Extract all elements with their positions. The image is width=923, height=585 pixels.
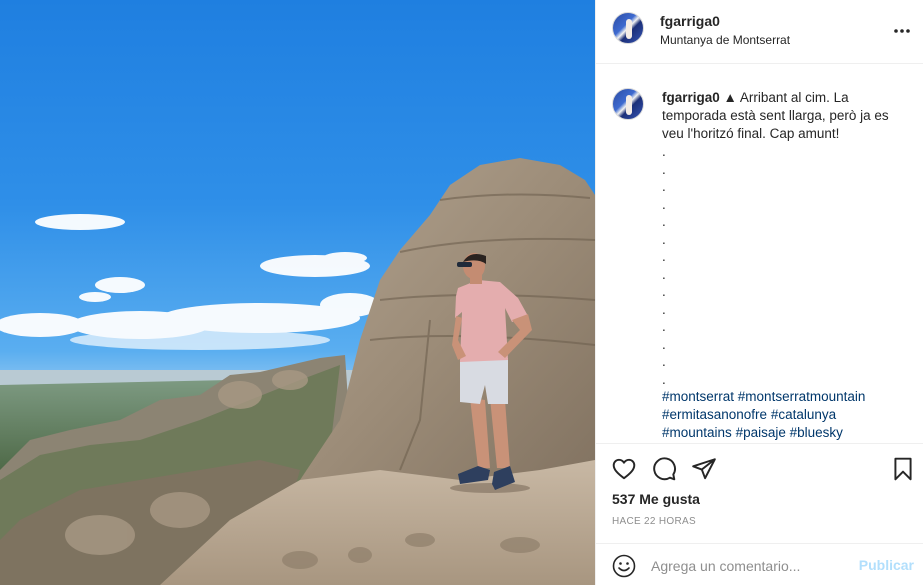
caption-dot: . [662, 266, 666, 282]
comment-bar: Publicar [596, 543, 923, 585]
hashtag-link[interactable]: #paisaje [736, 425, 786, 440]
publish-button[interactable]: Publicar [859, 557, 914, 573]
caption-avatar[interactable] [612, 88, 644, 120]
hashtag-link[interactable]: #mountains [662, 425, 732, 440]
caption-dot: . [662, 161, 666, 177]
comment-input[interactable] [651, 555, 851, 577]
post-photo[interactable] [0, 0, 595, 585]
post-actions: 537 Me gusta HACE 22 HORAS Publicar [596, 443, 923, 585]
caption-username[interactable]: fgarriga0 [662, 90, 720, 105]
header-username[interactable]: fgarriga0 [660, 13, 720, 29]
hashtag-link[interactable]: #bluesky [790, 425, 843, 440]
caption-dot: . [662, 231, 666, 247]
hashtag-link[interactable]: #montserrat [662, 389, 734, 404]
avatar[interactable] [612, 12, 644, 44]
smiley-icon[interactable] [612, 554, 636, 578]
caption: fgarriga0 ▲ Arribant al cim. La temporad… [662, 89, 912, 442]
post-time[interactable]: HACE 22 HORAS [612, 516, 696, 527]
caption-dot: . [662, 284, 666, 299]
hashtag-link[interactable]: #ermitasanonofre [662, 407, 767, 422]
caption-dot: . [662, 179, 666, 194]
post-panel: fgarriga0 Muntanya de Montserrat fgarrig… [595, 0, 923, 585]
caption-dot: . [662, 249, 666, 264]
clouds [0, 214, 380, 350]
caption-dot: . [662, 336, 666, 352]
caption-area[interactable]: fgarriga0 ▲ Arribant al cim. La temporad… [596, 65, 923, 443]
caption-dot: . [662, 196, 666, 212]
caption-dot: . [662, 319, 666, 334]
caption-dots: . . . . . . . . . . . . . . [662, 143, 912, 388]
hashtag-link[interactable]: #catalunya [771, 407, 836, 422]
caption-hashtags: #montserrat #montserratmountain #ermitas… [662, 388, 912, 442]
likes-count[interactable]: 537 Me gusta [612, 491, 700, 507]
caption-dot: . [662, 301, 666, 317]
paper-plane-icon[interactable] [691, 456, 717, 482]
bookmark-icon[interactable] [890, 456, 916, 482]
comment-bubble-icon[interactable] [651, 456, 677, 482]
caption-dot: . [662, 144, 666, 159]
more-horizontal-icon[interactable] [892, 21, 912, 41]
heart-icon[interactable] [611, 456, 637, 482]
post-photo-scene [0, 158, 595, 585]
hashtag-link[interactable]: #montserratmountain [738, 389, 866, 404]
caption-dot: . [662, 371, 666, 387]
header-location[interactable]: Muntanya de Montserrat [660, 33, 790, 47]
caption-dot: . [662, 214, 666, 229]
post-header: fgarriga0 Muntanya de Montserrat [596, 0, 923, 64]
caption-dot: . [662, 354, 666, 369]
